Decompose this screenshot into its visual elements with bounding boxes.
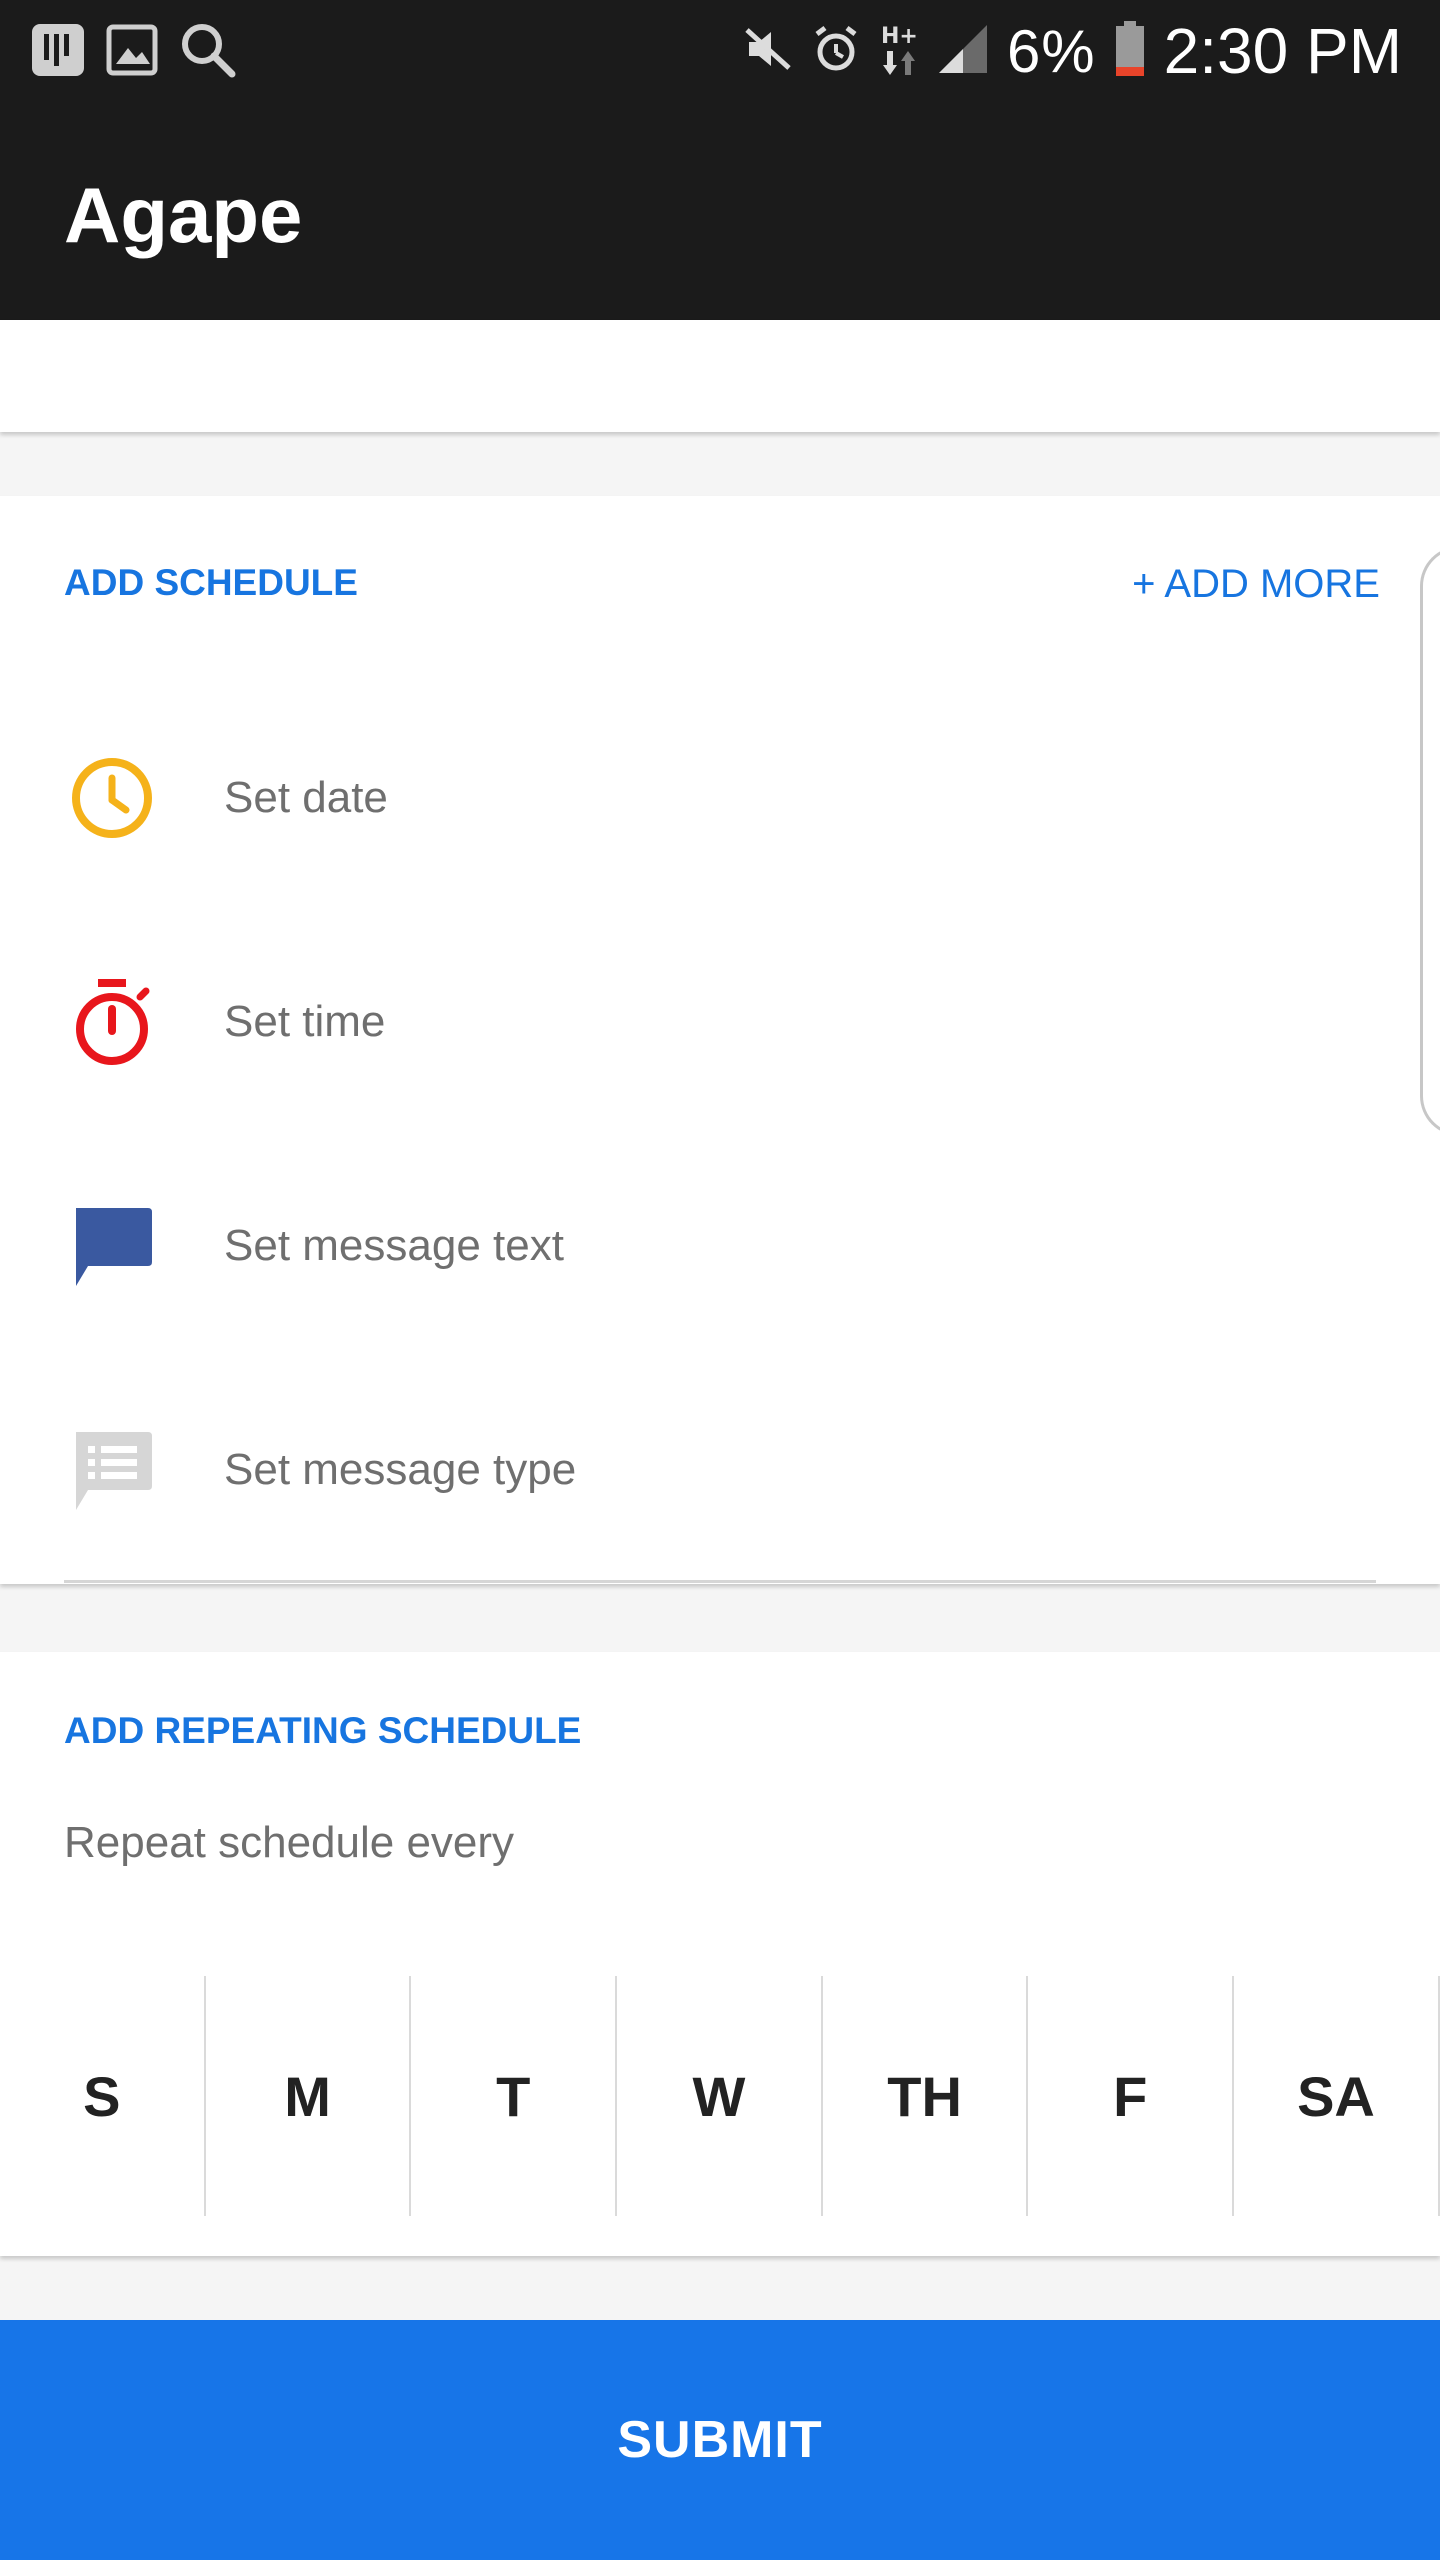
set-date-label: Set date: [224, 773, 388, 822]
battery-percent: 6%: [1006, 17, 1096, 85]
set-time-row[interactable]: Set time: [64, 962, 1384, 1082]
add-schedule-card: ADD SCHEDULE + ADD MORE Set date Set tim…: [0, 496, 1440, 1584]
day-saturday[interactable]: SA: [1234, 1976, 1440, 2216]
message-bubble-icon: [64, 1198, 160, 1294]
battery-icon: [1114, 20, 1146, 82]
mute-icon: [743, 24, 793, 79]
app-bar: Agape: [0, 100, 1440, 320]
divider: [64, 1580, 1376, 1583]
set-date-row[interactable]: Set date: [64, 738, 1384, 858]
add-repeating-schedule-card: ADD REPEATING SCHEDULE Repeat schedule e…: [0, 1652, 1440, 2256]
svg-text:H+: H+: [881, 24, 918, 49]
day-thursday[interactable]: TH: [823, 1976, 1029, 2216]
day-monday[interactable]: M: [206, 1976, 412, 2216]
top-card: [0, 320, 1440, 432]
submit-button[interactable]: SUBMIT: [0, 2320, 1440, 2560]
repeat-schedule-label: Repeat schedule every: [64, 1818, 515, 1867]
image-icon: [106, 24, 158, 81]
clock-icon: [64, 750, 160, 846]
system-status: H+ 6% 2:30 PM: [743, 14, 1402, 88]
alarm-icon: [811, 24, 861, 79]
day-tuesday[interactable]: T: [411, 1976, 618, 2216]
day-wednesday[interactable]: W: [617, 1976, 823, 2216]
add-schedule-title: ADD SCHEDULE: [64, 562, 358, 603]
message-list-icon: [64, 1422, 160, 1518]
set-message-type-row[interactable]: Set message type: [64, 1410, 1384, 1530]
side-drawer-handle[interactable]: [1420, 546, 1440, 1136]
network-type-icon: H+: [879, 21, 919, 82]
set-time-label: Set time: [224, 997, 386, 1046]
app-title: Agape: [64, 171, 303, 259]
signal-icon: [937, 23, 989, 80]
app-notification-icon: [30, 22, 86, 83]
search-icon: [178, 20, 238, 85]
day-selector: S M T W TH F SA: [0, 1976, 1440, 2216]
add-more-button[interactable]: + ADD MORE: [1132, 562, 1380, 607]
set-message-text-label: Set message text: [224, 1221, 564, 1270]
clock-time: 2:30 PM: [1163, 15, 1402, 87]
day-sunday[interactable]: S: [0, 1976, 206, 2216]
notification-icons: [30, 20, 238, 85]
day-friday[interactable]: F: [1028, 1976, 1235, 2216]
add-repeating-schedule-title: ADD REPEATING SCHEDULE: [64, 1710, 582, 1751]
set-message-text-row[interactable]: Set message text: [64, 1186, 1384, 1306]
status-bar: H+ 6% 2:30 PM: [0, 0, 1440, 100]
stopwatch-icon: [64, 974, 160, 1070]
set-message-type-label: Set message type: [224, 1445, 577, 1494]
